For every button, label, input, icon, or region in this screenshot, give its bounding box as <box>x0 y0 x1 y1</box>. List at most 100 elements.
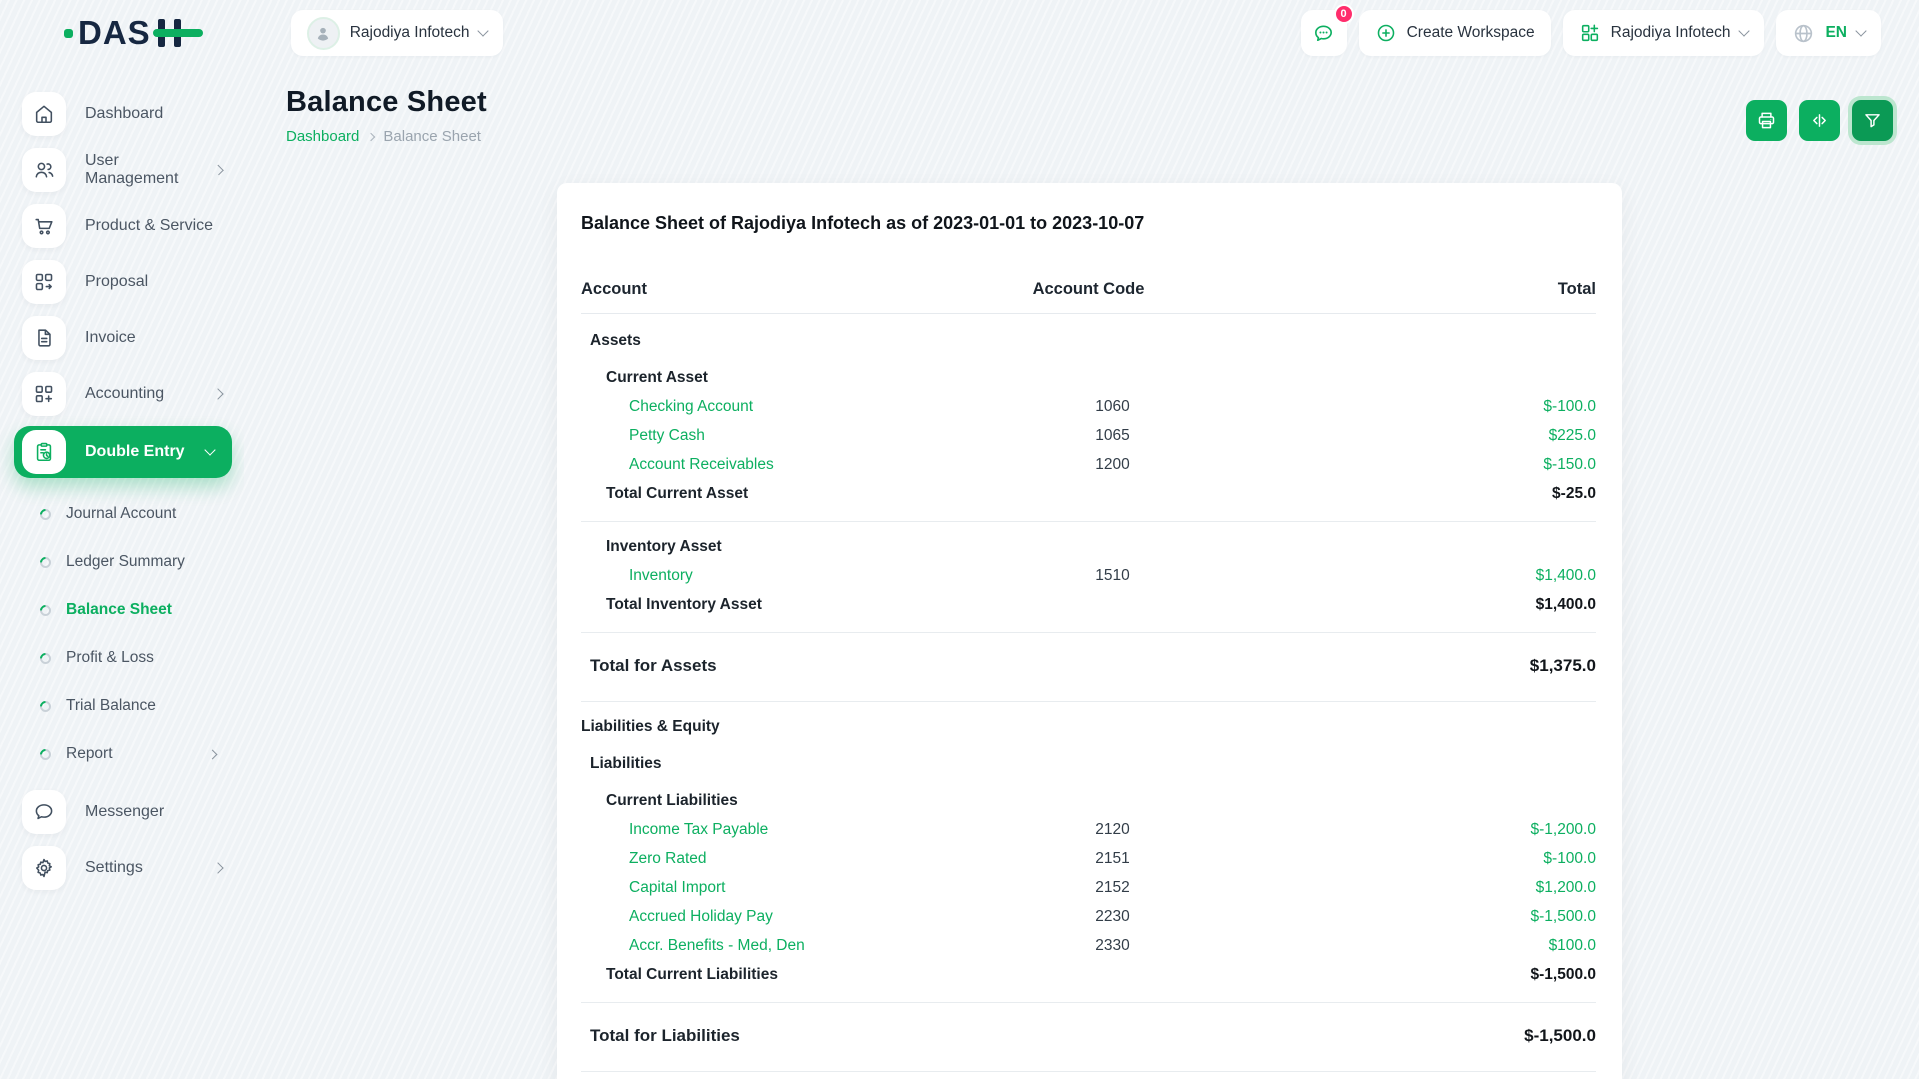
invoice-icon <box>22 316 66 360</box>
account-label: Total for Liabilities <box>581 1021 925 1050</box>
sidebar-subitem-label: Balance Sheet <box>66 601 172 619</box>
table-row: Total Current Liabilities$-1,500.0 <box>581 960 1596 989</box>
account-link[interactable]: Checking Account <box>581 392 951 421</box>
account-link[interactable]: Zero Rated <box>581 844 951 873</box>
table-divider <box>581 1002 1596 1003</box>
chevron-right-icon <box>208 749 218 759</box>
bullet-icon <box>38 650 54 666</box>
table-row: Inventory Asset <box>581 532 1596 561</box>
sidebar-subitem-ledger-summary[interactable]: Ledger Summary <box>22 540 244 584</box>
sidebar-item-label: Invoice <box>85 329 136 347</box>
sidebar: Dashboard User Management Product & Servic… <box>0 66 244 1079</box>
table-divider <box>581 521 1596 522</box>
table-body: AssetsCurrent AssetChecking Account1060$… <box>581 326 1596 1079</box>
table-row: Inventory1510$1,400.0 <box>581 561 1596 590</box>
account-total: $-1,200.0 <box>1274 815 1596 844</box>
sidebar-item-label: Settings <box>85 859 143 877</box>
chevron-right-icon <box>212 388 223 399</box>
sidebar-subitem-trial-balance[interactable]: Trial Balance <box>22 684 244 728</box>
chevron-down-icon <box>1739 25 1750 36</box>
sidebar-item-accounting[interactable]: Accounting <box>22 370 244 418</box>
sidebar-item-double-entry[interactable]: Double Entry <box>14 426 232 478</box>
account-total: $-100.0 <box>1274 392 1596 421</box>
sidebar-item-messenger[interactable]: Messenger <box>22 788 244 836</box>
breadcrumb: Dashboard Balance Sheet <box>286 128 487 145</box>
app-root: DAS Rajodiya Infotech 0 Create Workspace… <box>0 0 1919 1079</box>
language-switcher[interactable]: EN <box>1776 10 1881 56</box>
page-actions <box>1746 86 1893 141</box>
table-row: Income Tax Payable2120$-1,200.0 <box>581 815 1596 844</box>
sidebar-item-settings[interactable]: Settings <box>22 844 244 892</box>
account-link[interactable]: Inventory <box>581 561 951 590</box>
account-code: 2120 <box>951 815 1273 844</box>
chevron-down-icon <box>1855 25 1866 36</box>
sidebar-subitem-journal-account[interactable]: Journal Account <box>22 492 244 536</box>
account-link[interactable]: Income Tax Payable <box>581 815 951 844</box>
chevron-right-icon <box>367 132 375 140</box>
table-row: Total Inventory Asset$1,400.0 <box>581 590 1596 619</box>
logo-text: DAS <box>78 14 151 52</box>
account-code: 2330 <box>951 931 1273 960</box>
table-row: Account Receivables1200$-150.0 <box>581 450 1596 479</box>
table-row: Accrued Holiday Pay2230$-1,500.0 <box>581 902 1596 931</box>
table-row: Assets <box>581 326 1596 355</box>
sidebar-item-label: Dashboard <box>85 105 163 123</box>
breadcrumb-current: Balance Sheet <box>383 128 481 145</box>
messages-button[interactable]: 0 <box>1301 10 1347 56</box>
account-label: Assets <box>581 326 925 355</box>
balance-sheet-table: Account Account Code Total AssetsCurrent… <box>581 274 1596 1079</box>
compare-button[interactable] <box>1799 100 1840 141</box>
account-link[interactable]: Capital Import <box>581 873 951 902</box>
sidebar-subitem-label: Profit & Loss <box>66 649 154 667</box>
home-icon <box>22 92 66 136</box>
workspace-grid-icon <box>1579 22 1601 44</box>
print-button[interactable] <box>1746 100 1787 141</box>
accounting-icon <box>22 372 66 416</box>
table-row: Zero Rated2151$-100.0 <box>581 844 1596 873</box>
account-link[interactable]: Accr. Benefits - Med, Den <box>581 931 951 960</box>
account-label: Total Inventory Asset <box>581 590 936 619</box>
account-link[interactable]: Accrued Holiday Pay <box>581 902 951 931</box>
table-row: Liabilities & Equity <box>581 712 1596 741</box>
sidebar-item-invoice[interactable]: Invoice <box>22 314 244 362</box>
workspace-label: Rajodiya Infotech <box>350 24 470 42</box>
create-workspace-button[interactable]: Create Workspace <box>1359 10 1551 56</box>
bullet-icon <box>38 602 54 618</box>
bullet-icon <box>38 746 54 762</box>
filter-button[interactable] <box>1852 100 1893 141</box>
table-row: Current Asset <box>581 363 1596 392</box>
account-total: $-1,500.0 <box>1266 960 1596 989</box>
header-total: Total <box>1258 280 1596 299</box>
breadcrumb-dashboard-link[interactable]: Dashboard <box>286 128 359 145</box>
chevron-down-icon <box>204 444 215 455</box>
account-total: $1,375.0 <box>1261 651 1596 680</box>
brand-logo[interactable]: DAS <box>64 14 191 52</box>
sidebar-nav: Dashboard User Management Product & Servic… <box>22 90 244 892</box>
company-switcher[interactable]: Rajodiya Infotech <box>1563 10 1765 56</box>
table-divider <box>581 632 1596 633</box>
sidebar-item-proposal[interactable]: Proposal <box>22 258 244 306</box>
account-link[interactable]: Account Receivables <box>581 450 951 479</box>
code-compare-icon <box>1809 110 1830 131</box>
sidebar-subitem-balance-sheet[interactable]: Balance Sheet <box>22 588 244 632</box>
account-link[interactable]: Petty Cash <box>581 421 951 450</box>
sidebar-item-label: Double Entry <box>85 443 185 461</box>
avatar <box>307 17 340 50</box>
table-divider <box>581 1071 1596 1072</box>
table-row: Petty Cash1065$225.0 <box>581 421 1596 450</box>
account-code: 1510 <box>951 561 1273 590</box>
sidebar-subitem-label: Journal Account <box>66 505 176 523</box>
account-code: 2230 <box>951 902 1273 931</box>
sidebar-item-product-service[interactable]: Product & Service <box>22 202 244 250</box>
account-code: 1065 <box>951 421 1273 450</box>
account-total: $-25.0 <box>1266 479 1596 508</box>
workspace-switcher[interactable]: Rajodiya Infotech <box>291 10 504 56</box>
create-workspace-label: Create Workspace <box>1407 24 1535 42</box>
sidebar-item-dashboard[interactable]: Dashboard <box>22 90 244 138</box>
sidebar-item-user-management[interactable]: User Management <box>22 146 244 194</box>
sidebar-subitem-profit-loss[interactable]: Profit & Loss <box>22 636 244 680</box>
account-label: Inventory Asset <box>581 532 936 561</box>
sidebar-subitem-report[interactable]: Report <box>22 732 244 776</box>
table-row: Accr. Benefits - Med, Den2330$100.0 <box>581 931 1596 960</box>
account-total: $-1,500.0 <box>1274 902 1596 931</box>
